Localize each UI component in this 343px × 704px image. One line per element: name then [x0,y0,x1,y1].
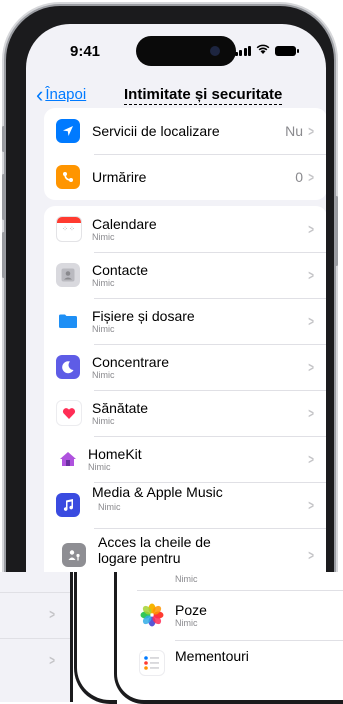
chevron-right-icon: > [308,169,314,185]
status-time: 9:41 [70,43,101,60]
chevron-right-icon: > [308,405,314,421]
location-arrow-icon [56,119,80,143]
list-item-contacts[interactable]: Contacte Nimic > [44,252,326,298]
item-label: Contacte [92,261,149,278]
chevron-right-icon: > [308,359,314,375]
calendar-icon: ⁘⁘ [56,216,82,242]
list-item-tracking[interactable]: Urmărire 0 > [44,154,326,200]
item-label: Poze [175,602,207,618]
list-item-calendars[interactable]: ⁘⁘ Calendare Nimic > [44,206,326,252]
item-value: 0 [295,169,303,185]
item-label: Media & Apple Music [92,484,223,500]
item-sub: Nimic [175,574,198,584]
cellular-signal-icon [234,45,251,56]
chevron-right-icon: > [308,267,314,283]
item-label: Calendare [92,215,157,232]
chevron-right-icon: > [308,497,314,513]
item-label: Fișiere și dosare [92,307,195,324]
item-sub: Nimic [92,323,115,334]
list-item-location-services[interactable]: Servicii de localizare Nu > [44,108,326,154]
item-sub: Nimic [92,231,115,242]
camera-icon [210,46,220,56]
wifi-icon [256,44,270,57]
contacts-icon [56,263,80,287]
reminders-icon [139,650,165,676]
tracking-icon [56,165,80,189]
overlay-list-panel: Nimic Poze Nimic Mementouri [114,572,343,704]
item-label: Servicii de localizare [92,123,220,139]
chevron-right-icon: > [308,313,314,329]
item-value: Nu [285,123,303,139]
list-item-homekit[interactable]: HomeKit Nimic > [44,436,326,482]
back-label: Înapoi [45,86,87,103]
item-sub: Nimic [92,277,115,288]
page-title: Intimitate și securitate [124,86,283,105]
action-button [2,126,5,152]
chevron-right-icon: > [308,451,314,467]
item-sub: Nimic [92,369,115,380]
folder-icon [56,309,80,333]
chevron-left-icon: ‹ [36,81,44,107]
back-button[interactable]: ‹ Înapoi [36,81,87,107]
item-sub: Nimic [88,461,111,472]
list-item-focus[interactable]: Concentrare Nimic > [44,344,326,390]
moon-icon [56,355,80,379]
item-sub: Nimic [92,415,115,426]
list-item-reminders[interactable]: Mementouri [117,642,343,686]
photos-icon [139,602,165,628]
item-sub: Nimic [175,618,198,628]
item-sub: Nimic [98,502,121,512]
chevron-right-icon: > [308,221,314,237]
item-label: HomeKit [88,445,142,462]
power-button [335,196,338,266]
heart-icon [56,400,82,426]
item-label: Mementouri [175,648,249,664]
battery-icon [275,45,299,56]
list-item-files-folders[interactable]: Fișiere și dosare Nimic > [44,298,326,344]
list-item-health[interactable]: Sănătate Nimic > [44,390,326,436]
passkey-icon [62,543,86,567]
chevron-right-icon: > [49,606,55,622]
home-icon [56,447,80,471]
chevron-right-icon: > [308,547,314,563]
location-tracking-group: Servicii de localizare Nu > Urmărire 0 > [44,108,326,200]
volume-down-button [2,232,5,278]
overlay-left-strip: > > [0,572,73,702]
item-label: Urmărire [92,169,147,185]
volume-up-button [2,174,5,220]
item-label: Concentrare [92,353,170,370]
dynamic-island [136,36,236,66]
item-label: Acces la cheile de logare pentru [98,534,211,566]
music-icon [56,493,80,517]
list-item-media-music[interactable]: Media & Apple Music Nimic > [44,482,326,528]
overlay-frame-piece [74,572,117,704]
list-item-photos[interactable]: Poze Nimic [117,594,343,638]
status-icons [234,44,299,57]
item-label: Sănătate [92,399,149,416]
chevron-right-icon: > [308,123,314,139]
chevron-right-icon: > [49,652,55,668]
